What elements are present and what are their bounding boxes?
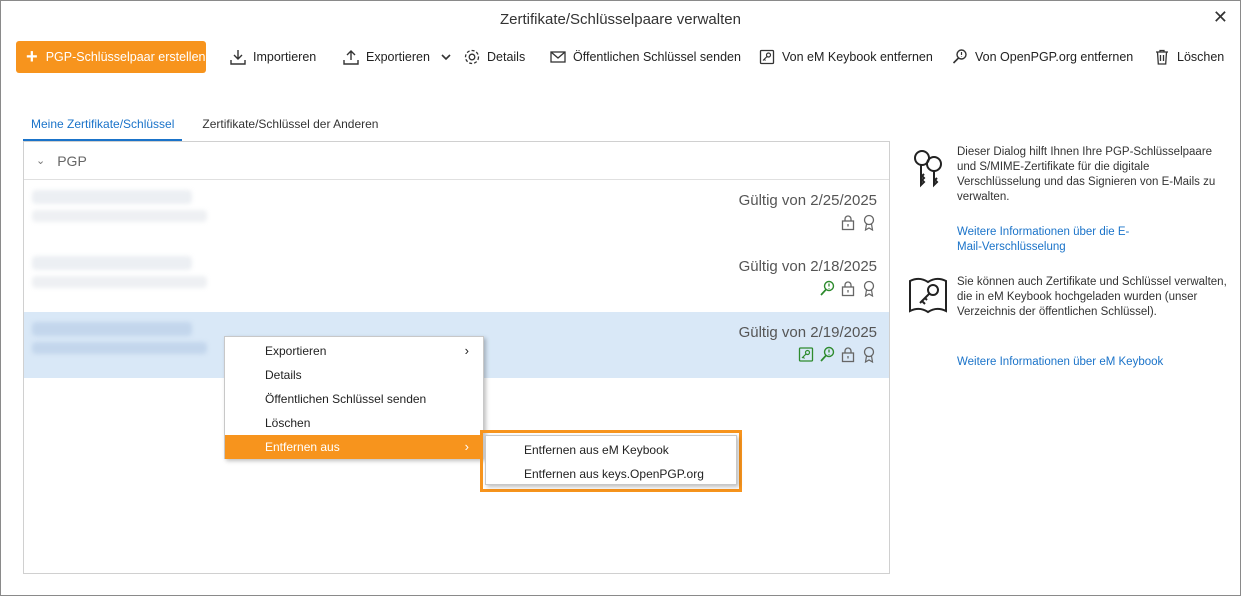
chevron-right-icon: › — [464, 439, 469, 454]
status-icons — [840, 214, 877, 231]
info-text-keybook: Sie können auch Zertifikate und Schlüsse… — [957, 276, 1227, 318]
redacted-email — [32, 210, 207, 222]
certificate-icon — [863, 280, 875, 297]
redacted-name — [32, 322, 192, 336]
link-encryption-info[interactable]: Weitere Informationen über die E-Mail-Ve… — [957, 225, 1137, 255]
validity-date: Gültig von 2/25/2025 — [738, 192, 877, 209]
tab-others-certificates[interactable]: Zertifikate/Schlüssel der Anderen — [194, 111, 386, 142]
redacted-name — [32, 190, 192, 204]
submenu: Entfernen aus eM Keybook Entfernen aus k… — [485, 435, 737, 485]
chevron-right-icon: › — [464, 343, 469, 358]
menu-item-remove-from[interactable]: Entfernen aus › — [225, 435, 483, 459]
list-item[interactable]: Gültig von 2/25/2025 — [24, 180, 889, 246]
redacted-email — [32, 276, 207, 288]
redacted-email — [32, 342, 207, 354]
dialog-window: Zertifikate/Schlüsselpaare verwalten ✕ +… — [0, 0, 1241, 596]
certificate-icon — [863, 346, 875, 363]
envelope-icon — [550, 51, 566, 63]
keybook-book-icon — [909, 277, 947, 314]
list-item[interactable]: Gültig von 2/18/2025 — [24, 246, 889, 312]
trash-icon — [1156, 49, 1168, 65]
status-icons — [819, 280, 877, 297]
tab-my-certificates[interactable]: Meine Zertifikate/Schlüssel — [23, 111, 183, 142]
lock-icon — [841, 215, 855, 231]
menu-item-export[interactable]: Exportieren › — [225, 339, 483, 363]
download-icon — [230, 50, 246, 65]
group-header-pgp[interactable]: ⌄ PGP — [24, 142, 889, 180]
status-icons — [798, 346, 877, 363]
gear-icon — [464, 49, 480, 65]
link-keybook-info[interactable]: Weitere Informationen über eM Keybook — [957, 355, 1229, 370]
context-menu: Exportieren › Details Öffentlichen Schlü… — [224, 336, 484, 459]
lock-icon — [841, 347, 855, 363]
export-button[interactable]: Exportieren — [342, 41, 458, 73]
keybook-icon — [798, 347, 814, 362]
plus-icon: + — [26, 46, 38, 68]
upload-icon — [343, 50, 359, 65]
close-icon[interactable]: ✕ — [1213, 7, 1228, 28]
key-search-icon — [952, 49, 967, 64]
validity-date: Gültig von 2/19/2025 — [738, 324, 877, 341]
toolbar: + PGP-Schlüsselpaar erstellen — [16, 41, 206, 73]
chevron-down-icon[interactable]: ⌄ — [36, 154, 45, 167]
validity-date: Gültig von 2/18/2025 — [738, 258, 877, 275]
menu-item-details[interactable]: Details — [225, 363, 483, 387]
keys-icon — [914, 150, 942, 188]
menu-item-remove-from-keybook[interactable]: Entfernen aus eM Keybook — [486, 438, 736, 462]
menu-item-delete[interactable]: Löschen — [225, 411, 483, 435]
chevron-down-icon[interactable] — [440, 51, 452, 63]
details-button[interactable]: Details — [463, 41, 525, 73]
send-public-key-button[interactable]: Öffentlichen Schlüssel senden — [549, 41, 741, 73]
create-pgp-keypair-button[interactable]: + PGP-Schlüsselpaar erstellen — [16, 41, 206, 73]
window-title: Zertifikate/Schlüsselpaare verwalten — [500, 11, 741, 28]
remove-from-openpgp-button[interactable]: Von OpenPGP.org entfernen — [951, 41, 1133, 73]
remove-from-keybook-button[interactable]: Von eM Keybook entfernen — [758, 41, 933, 73]
certificate-icon — [863, 214, 875, 231]
keybook-icon — [759, 49, 775, 65]
redacted-name — [32, 256, 192, 270]
openpgp-key-icon — [820, 280, 835, 296]
lock-icon — [841, 281, 855, 297]
openpgp-key-icon — [820, 346, 835, 362]
info-text-encryption: Dieser Dialog hilft Ihnen Ihre PGP-Schlü… — [957, 146, 1216, 203]
tab-bar: Meine Zertifikate/Schlüssel Zertifikate/… — [23, 111, 386, 142]
menu-item-remove-from-openpgp[interactable]: Entfernen aus keys.OpenPGP.org — [486, 462, 736, 486]
menu-item-send-public-key[interactable]: Öffentlichen Schlüssel senden — [225, 387, 483, 411]
delete-button[interactable]: Löschen — [1153, 41, 1224, 73]
import-button[interactable]: Importieren — [229, 41, 316, 73]
